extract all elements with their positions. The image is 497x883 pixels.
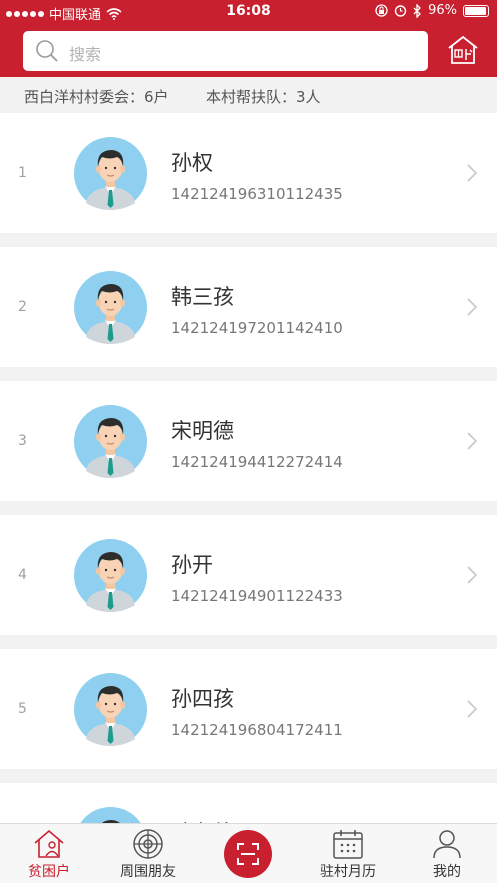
item-index: 5 bbox=[18, 701, 27, 717]
radar-icon bbox=[133, 829, 163, 859]
user-icon bbox=[433, 830, 461, 859]
avatar bbox=[74, 673, 147, 746]
list-item[interactable]: 2 韩三孩 142124197201142410 bbox=[0, 247, 497, 367]
status-bar: 中国联通 16:08 96% bbox=[0, 0, 497, 24]
item-index: 3 bbox=[18, 433, 27, 449]
person-id-number: 142124194412272414 bbox=[171, 453, 343, 471]
tab-label: 我的 bbox=[433, 864, 461, 880]
battery-percent: 96% bbox=[428, 3, 457, 18]
list-item[interactable]: 3 宋明德 142124194412272414 bbox=[0, 381, 497, 501]
tab-poor-households[interactable]: 贫困户 bbox=[9, 824, 89, 883]
person-id-number: 142124197201142410 bbox=[171, 319, 343, 337]
search-icon bbox=[36, 40, 58, 62]
item-index: 4 bbox=[18, 567, 27, 583]
tab-nearby-friends[interactable]: 周围朋友 bbox=[108, 824, 188, 883]
chevron-right-icon bbox=[467, 566, 478, 584]
chevron-right-icon bbox=[467, 432, 478, 450]
item-index: 1 bbox=[18, 165, 27, 181]
avatar bbox=[74, 137, 147, 210]
tab-label: 驻村月历 bbox=[320, 864, 376, 880]
tab-mine[interactable]: 我的 bbox=[407, 824, 487, 883]
person-id-number: 142124196310112435 bbox=[171, 185, 343, 203]
status-right: 96% bbox=[375, 3, 489, 18]
chevron-right-icon bbox=[467, 164, 478, 182]
home-person-icon bbox=[34, 829, 64, 858]
village-household-count: 西白洋村村委会：6户 bbox=[24, 88, 169, 106]
search-input[interactable]: 搜索 bbox=[23, 31, 428, 71]
chevron-right-icon bbox=[467, 700, 478, 718]
alarm-icon bbox=[394, 5, 407, 17]
chevron-right-icon bbox=[467, 298, 478, 316]
scan-button[interactable] bbox=[224, 830, 272, 878]
person-name: 孙权 bbox=[171, 151, 213, 175]
village-home-icon[interactable] bbox=[446, 35, 480, 65]
list-item[interactable]: 5 孙四孩 142124196804172411 bbox=[0, 649, 497, 769]
person-name: 宋明德 bbox=[171, 419, 234, 443]
support-team-count: 本村帮扶队：3人 bbox=[206, 88, 321, 106]
summary-bar: 西白洋村村委会：6户 本村帮扶队：3人 bbox=[0, 77, 497, 113]
header: 搜索 bbox=[0, 24, 497, 77]
person-name: 孙开 bbox=[171, 553, 213, 577]
search-placeholder: 搜索 bbox=[69, 45, 102, 64]
bluetooth-icon bbox=[413, 3, 422, 18]
lock-rotation-icon bbox=[375, 4, 388, 17]
scan-icon bbox=[237, 843, 259, 865]
list-item[interactable]: 1 孙权 142124196310112435 bbox=[0, 113, 497, 233]
item-index: 2 bbox=[18, 299, 27, 315]
person-id-number: 142124196804172411 bbox=[171, 721, 343, 739]
bottom-tab-bar: 贫困户 周围朋友 驻村月历 我的 bbox=[0, 823, 497, 883]
person-name: 孙四孩 bbox=[171, 687, 234, 711]
battery-icon bbox=[463, 4, 489, 17]
tab-village-calendar[interactable]: 驻村月历 bbox=[308, 824, 388, 883]
tab-label: 周围朋友 bbox=[120, 864, 176, 880]
avatar bbox=[74, 271, 147, 344]
person-id-number: 142124194901122433 bbox=[171, 587, 343, 605]
avatar bbox=[74, 539, 147, 612]
list-item[interactable]: 4 孙开 142124194901122433 bbox=[0, 515, 497, 635]
tab-label: 贫困户 bbox=[28, 864, 70, 880]
avatar bbox=[74, 405, 147, 478]
calendar-icon bbox=[333, 830, 363, 859]
person-name: 韩三孩 bbox=[171, 285, 234, 309]
